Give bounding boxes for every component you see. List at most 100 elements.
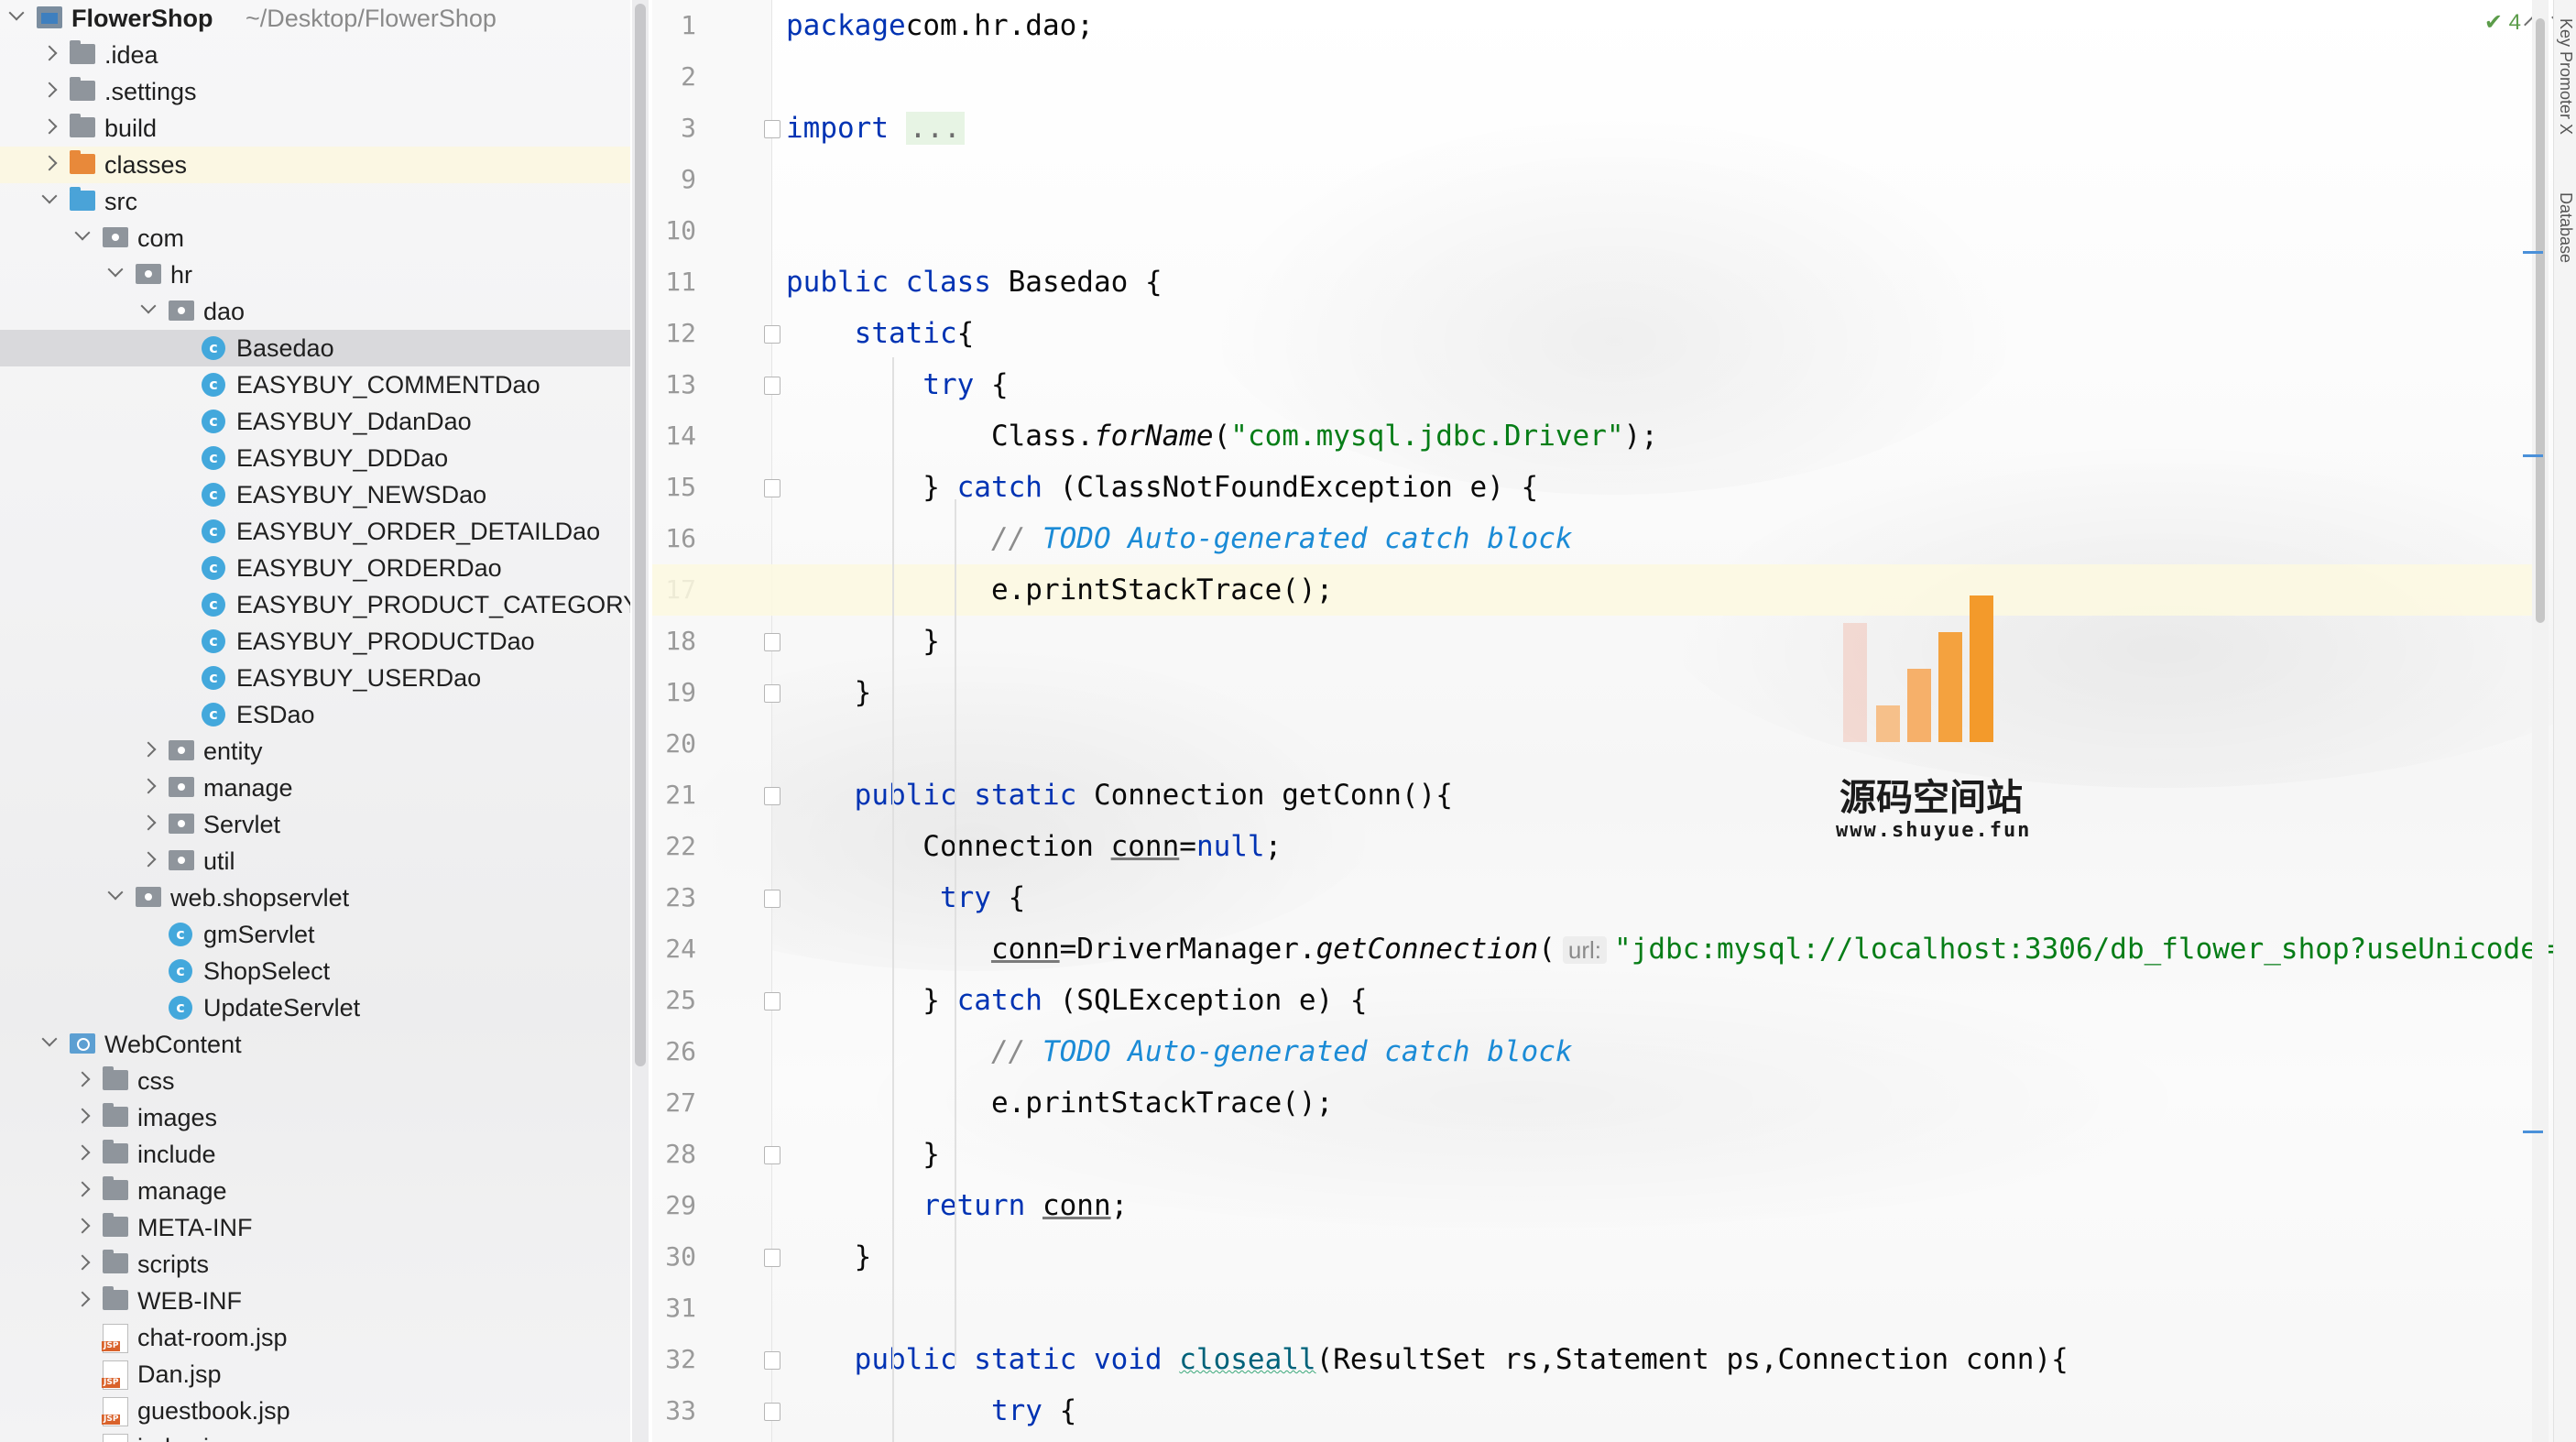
line-number[interactable]: 23 — [652, 872, 696, 923]
code-line[interactable]: conn=DriverManager.getConnection(url: "jd… — [786, 923, 2576, 976]
fold-marker-icon[interactable] — [764, 479, 780, 497]
tree-item-gmservlet[interactable]: c gmServlet — [0, 916, 630, 953]
line-number[interactable]: 18 — [652, 616, 696, 667]
error-stripe-marker[interactable] — [2523, 454, 2543, 457]
chevron-right-icon[interactable] — [140, 851, 157, 868]
line-number[interactable]: 21 — [652, 770, 696, 821]
tree-item-manage[interactable]: manage — [0, 770, 630, 806]
tree-item-servlet[interactable]: Servlet — [0, 806, 630, 843]
tree-item-images[interactable]: images — [0, 1099, 630, 1136]
code-line[interactable]: static{ — [786, 308, 975, 359]
code-line[interactable]: import ... — [786, 103, 965, 154]
code-line[interactable]: Class.forName("com.mysql.jdbc.Driver"); — [786, 410, 1658, 462]
fold-marker-icon[interactable] — [764, 1403, 780, 1421]
tree-item-web-inf[interactable]: WEB-INF — [0, 1283, 630, 1319]
tree-item-scripts[interactable]: scripts — [0, 1246, 630, 1283]
tree-item-index-jsp[interactable]: index.jsp — [0, 1429, 630, 1442]
editor-scrollbar[interactable] — [2532, 0, 2549, 1442]
line-number[interactable]: 30 — [652, 1231, 696, 1283]
line-number[interactable]: 26 — [652, 1026, 696, 1077]
chevron-right-icon[interactable] — [74, 1218, 91, 1234]
tree-item-easybuy-orderdao[interactable]: c EASYBUY_ORDERDao — [0, 550, 630, 586]
chevron-down-icon[interactable] — [41, 188, 58, 204]
code-line[interactable]: } — [786, 616, 940, 667]
line-number[interactable]: 3 — [652, 103, 696, 154]
chevron-down-icon[interactable] — [140, 298, 157, 314]
chevron-down-icon[interactable] — [8, 5, 25, 21]
line-number[interactable]: 19 — [652, 667, 696, 718]
chevron-right-icon[interactable] — [74, 1108, 91, 1124]
tree-item-settings[interactable]: .settings — [0, 73, 630, 110]
line-number[interactable]: 27 — [652, 1077, 696, 1129]
chevron-right-icon[interactable] — [74, 1181, 91, 1197]
tree-item-easybuy-productdao[interactable]: c EASYBUY_PRODUCTDao — [0, 623, 630, 660]
line-number[interactable]: 32 — [652, 1334, 696, 1385]
code-line[interactable]: public class Basedao { — [786, 257, 1162, 308]
chevron-right-icon[interactable] — [140, 741, 157, 758]
tree-item-easybuy-order-detaildao[interactable]: c EASYBUY_ORDER_DETAILDao — [0, 513, 630, 550]
chevron-right-icon[interactable] — [74, 1144, 91, 1161]
chevron-down-icon[interactable] — [107, 884, 124, 901]
code-line[interactable]: } — [786, 1129, 940, 1180]
fold-marker-icon[interactable] — [764, 1146, 780, 1164]
code-line[interactable]: public static void closeall(ResultSet rs… — [786, 1334, 2068, 1385]
fold-marker-icon[interactable] — [764, 120, 780, 138]
tree-item-easybuy-dddao[interactable]: c EASYBUY_DDDao — [0, 440, 630, 476]
fold-marker-icon[interactable] — [764, 325, 780, 344]
fold-marker-icon[interactable] — [764, 377, 780, 395]
inspection-widget[interactable]: ✔ 4 — [2484, 9, 2521, 36]
line-number[interactable]: 25 — [652, 975, 696, 1026]
code-editor[interactable]: 1239101112131415161718192021222324252627… — [652, 0, 2576, 1442]
code-line[interactable]: } catch (ClassNotFoundException e) { — [786, 462, 1538, 513]
code-line[interactable]: packagecom.hr.dao; — [786, 0, 1094, 51]
tree-item-easybuy-commentdao[interactable]: c EASYBUY_COMMENTDao — [0, 366, 630, 403]
line-number[interactable]: 2 — [652, 51, 696, 103]
line-number[interactable]: 10 — [652, 205, 696, 257]
fold-marker-icon[interactable] — [764, 992, 780, 1010]
key-promoter-tab[interactable]: Key Promoter X — [2556, 18, 2575, 135]
code-line[interactable]: // TODO Auto-generated catch block — [786, 1026, 1573, 1077]
code-line[interactable]: } — [786, 667, 872, 718]
tree-item-hr[interactable]: hr — [0, 257, 630, 293]
scrollbar-thumb[interactable] — [2536, 18, 2545, 623]
tree-item-basedao[interactable]: c Basedao — [0, 330, 630, 366]
chevron-down-icon[interactable] — [41, 1031, 58, 1047]
line-number[interactable]: 16 — [652, 513, 696, 564]
fold-marker-icon[interactable] — [764, 633, 780, 651]
line-number[interactable]: 20 — [652, 718, 696, 770]
tree-item-include[interactable]: include — [0, 1136, 630, 1173]
chevron-right-icon[interactable] — [74, 1254, 91, 1271]
chevron-right-icon[interactable] — [74, 1291, 91, 1307]
line-number[interactable]: 13 — [652, 359, 696, 410]
chevron-right-icon[interactable] — [140, 814, 157, 831]
chevron-right-icon[interactable] — [41, 82, 58, 98]
line-number[interactable]: 1 — [652, 0, 696, 51]
tree-item-meta-inf[interactable]: META-INF — [0, 1209, 630, 1246]
code-line[interactable]: } — [786, 1231, 872, 1283]
code-line[interactable]: try { — [786, 359, 1008, 410]
tree-item-guestbook-jsp[interactable]: guestbook.jsp — [0, 1393, 630, 1429]
tree-item-updateservlet[interactable]: c UpdateServlet — [0, 989, 630, 1026]
chevron-down-icon[interactable] — [74, 224, 91, 241]
tree-item-webcontent[interactable]: WebContent — [0, 1026, 630, 1063]
line-number[interactable]: 12 — [652, 308, 696, 359]
tree-item-css[interactable]: css — [0, 1063, 630, 1099]
code-line[interactable]: } catch (SQLException e) { — [786, 975, 1367, 1026]
tree-item-shopselect[interactable]: c ShopSelect — [0, 953, 630, 989]
fold-marker-icon[interactable] — [764, 890, 780, 908]
line-number[interactable]: 14 — [652, 410, 696, 462]
tree-item-easybuy-product-categoryd[interactable]: c EASYBUY_PRODUCT_CATEGORYD — [0, 586, 630, 623]
project-tree-scrollbar[interactable] — [632, 0, 649, 1442]
fold-marker-icon[interactable] — [764, 787, 780, 805]
tree-item-entity[interactable]: entity — [0, 733, 630, 770]
chevron-right-icon[interactable] — [41, 118, 58, 135]
line-number[interactable]: 29 — [652, 1180, 696, 1231]
error-stripe-marker[interactable] — [2523, 1131, 2543, 1133]
database-tab[interactable]: Database — [2556, 192, 2575, 263]
line-number[interactable]: 33 — [652, 1385, 696, 1437]
scrollbar-thumb[interactable] — [635, 4, 646, 1066]
line-number[interactable]: 28 — [652, 1129, 696, 1180]
chevron-right-icon[interactable] — [41, 155, 58, 171]
tree-item-com[interactable]: com — [0, 220, 630, 257]
tree-item-util[interactable]: util — [0, 843, 630, 879]
